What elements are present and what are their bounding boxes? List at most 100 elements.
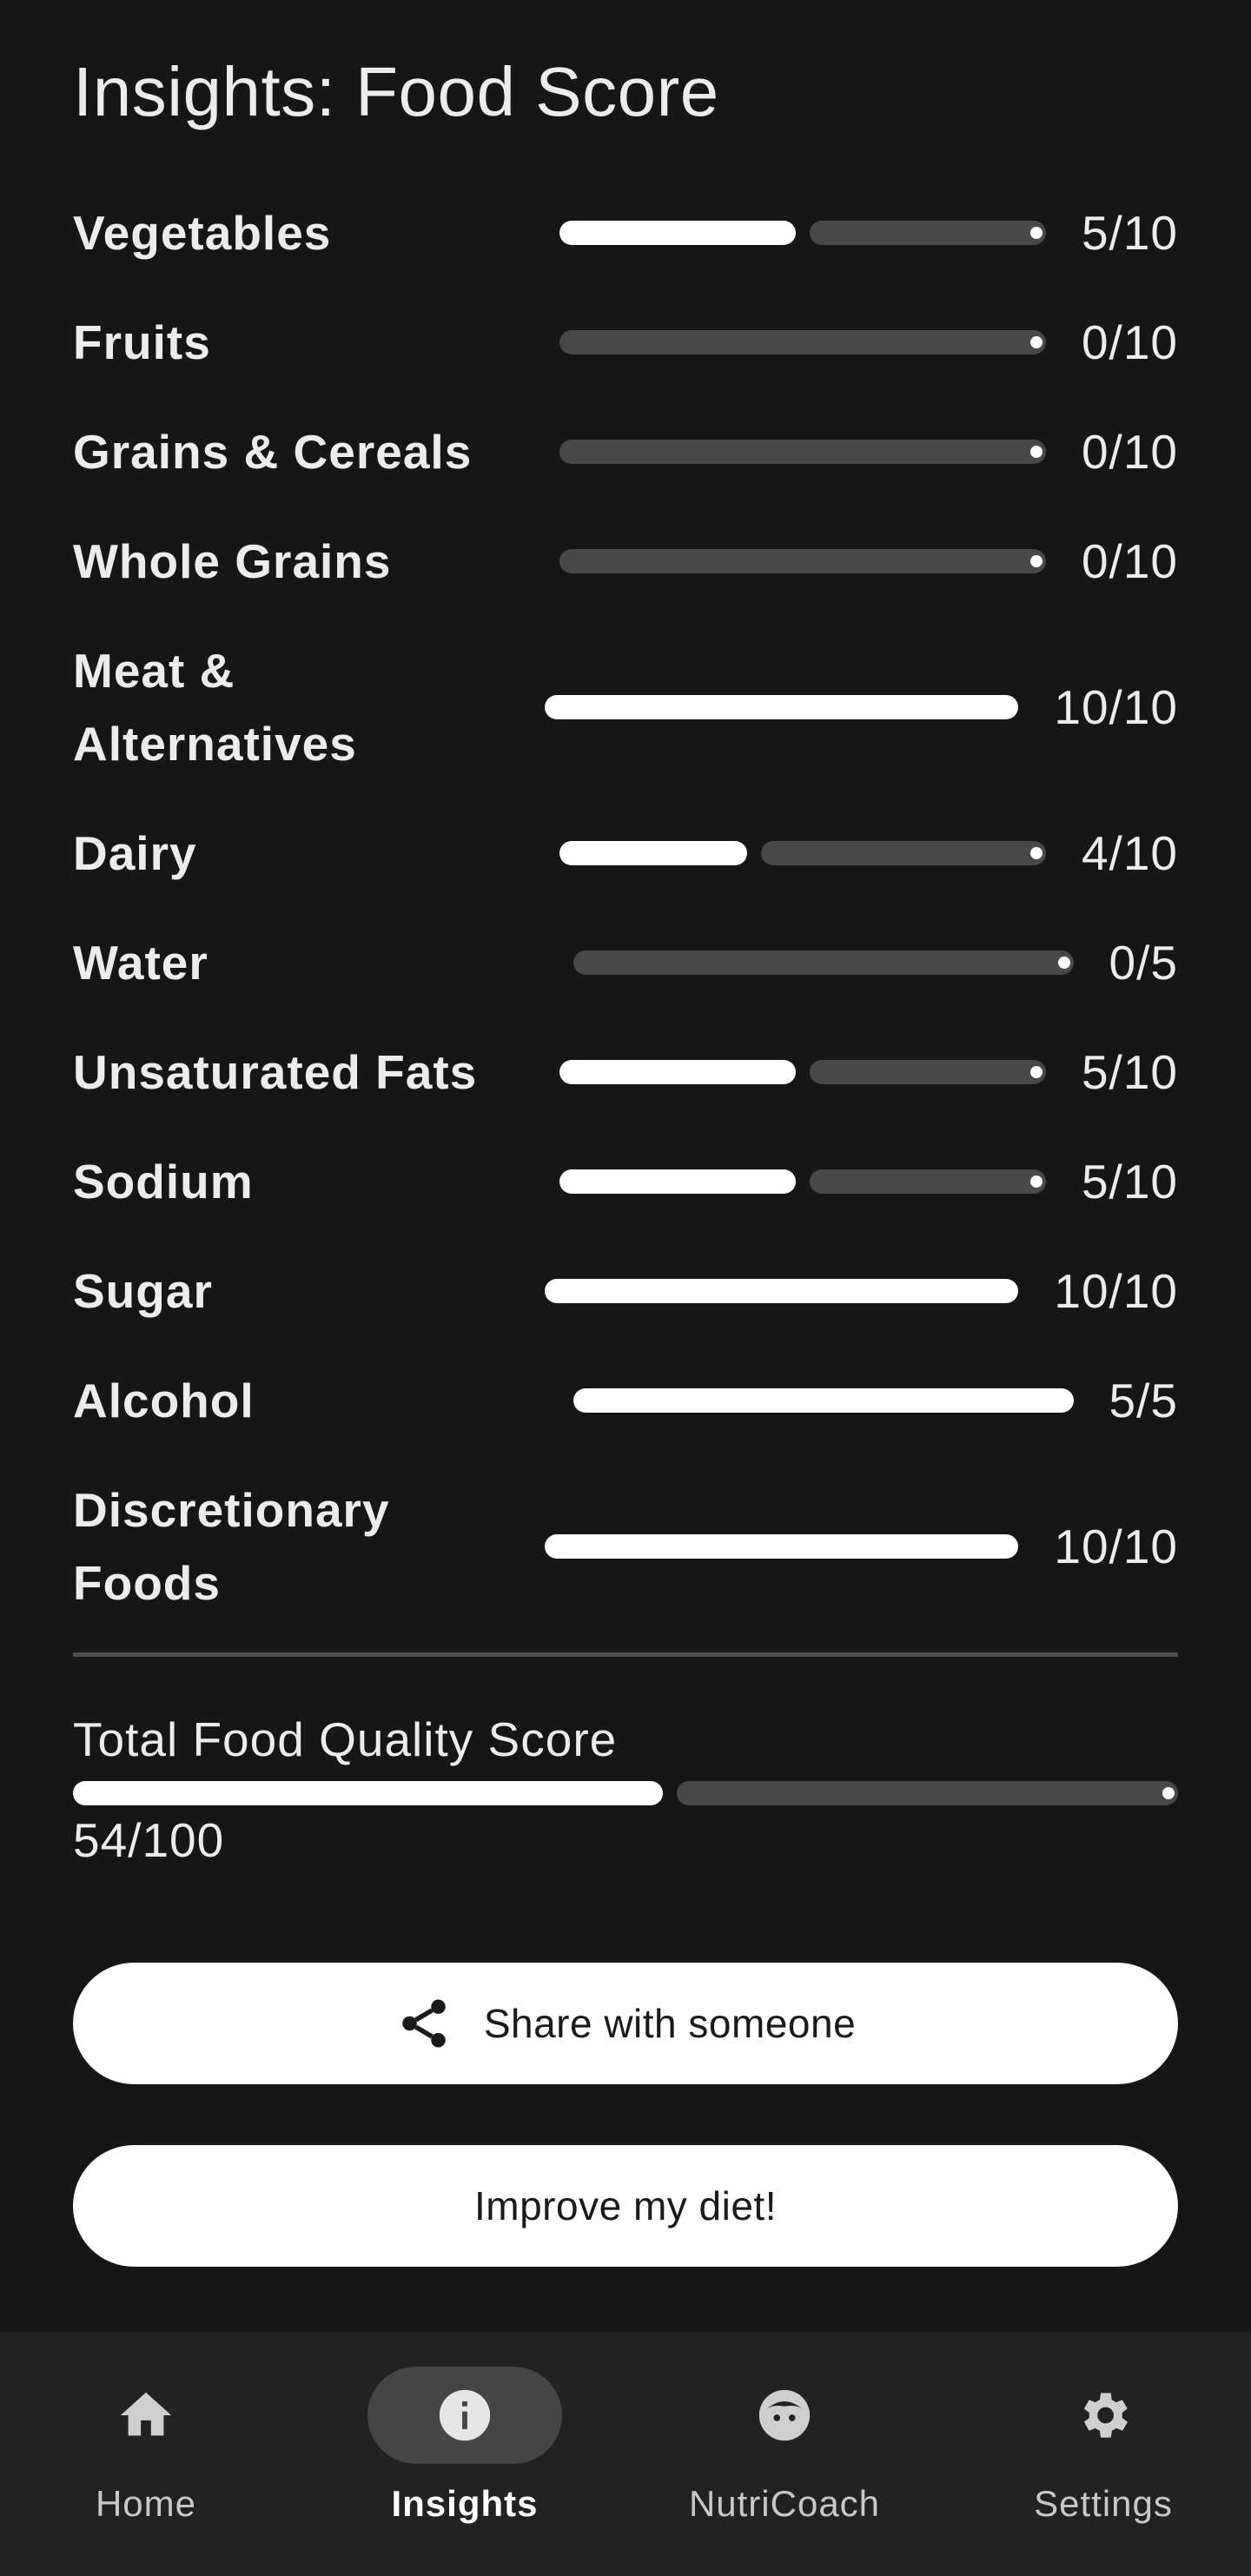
score-bar [545,1534,1018,1559]
score-bar [573,950,1074,975]
score-row-discretionary-foods: Discretionary Foods 10/10 [0,1473,1251,1619]
score-row-water: Water 0/5 [0,926,1251,999]
score-bar-track [761,841,1046,865]
score-row-whole-grains: Whole Grains 0/10 [0,525,1251,598]
score-value: 5/5 [1109,1374,1178,1427]
score-value: 5/10 [1081,206,1178,260]
score-value: 0/10 [1081,534,1178,588]
score-value: 5/10 [1081,1155,1178,1209]
score-bar-track [810,1169,1046,1194]
score-bar [559,841,1046,865]
score-bar-fill [559,221,796,245]
nav-label-settings: Settings [1034,2483,1173,2524]
share-button[interactable]: Share with someone [73,1963,1178,2084]
score-row-sugar: Sugar 10/10 [0,1255,1251,1328]
face-icon [758,2389,811,2441]
score-bar-track [810,221,1046,245]
divider [73,1652,1178,1657]
score-value: 0/10 [1081,425,1178,479]
score-bar [573,1388,1074,1413]
improve-diet-button[interactable]: Improve my diet! [73,2145,1178,2267]
score-bar-track [810,1060,1046,1084]
nav-item-settings[interactable]: Settings [973,2367,1234,2558]
share-button-label: Share with someone [483,2001,857,2046]
score-bar [559,1060,1046,1084]
score-label: Unsaturated Fats [73,1045,478,1099]
bottom-navigation: Home Insights NutriCoach Settings [0,2332,1251,2576]
score-label: Discretionary Foods [73,1483,390,1610]
app-root: Insights: Food Score Vegetables 5/10 Fruit… [0,0,1251,2576]
score-bar [545,1279,1018,1303]
score-label: Whole Grains [73,534,392,588]
score-bar-track [559,440,1046,464]
score-bar-fill [545,1534,1018,1559]
score-bar [559,1169,1046,1194]
score-value: 10/10 [1054,1520,1178,1573]
score-label: Dairy [73,826,197,880]
score-row-fruits: Fruits 0/10 [0,306,1251,379]
gear-icon [1083,2393,1128,2438]
share-icon [402,1999,446,2048]
score-bar-fill [545,1279,1018,1303]
nav-pill-home [49,2367,243,2464]
score-row-meat-alternatives: Meat & Alternatives 10/10 [0,634,1251,780]
nav-pill-nutricoach [687,2367,882,2464]
nav-item-insights[interactable]: Insights [334,2367,595,2558]
score-label: Vegetables [73,206,332,260]
page-title: Insights: Food Score [73,53,719,130]
total-score-bar-end-dot [1162,1787,1175,1799]
score-bar-end-dot [1030,446,1042,458]
score-label: Water [73,936,208,990]
score-value: 4/10 [1081,826,1178,880]
improve-diet-button-label: Improve my diet! [474,2183,777,2228]
nav-label-nutricoach: NutriCoach [688,2483,881,2524]
score-bar [545,695,1018,719]
nav-label-insights: Insights [391,2483,539,2524]
score-label: Alcohol [73,1374,255,1427]
score-row-unsaturated-fats: Unsaturated Fats 5/10 [0,1036,1251,1109]
score-bar [559,221,1046,245]
nav-pill-insights [367,2367,562,2464]
nav-label-home: Home [95,2483,197,2524]
score-bar-fill [559,1169,796,1194]
score-bar [559,330,1046,354]
total-score-bar-track [677,1781,1178,1805]
total-score-bar [73,1781,1178,1805]
score-bar-end-dot [1030,847,1042,859]
score-value: 5/10 [1081,1045,1178,1099]
nav-item-nutricoach[interactable]: NutriCoach [654,2367,915,2558]
score-value: 0/5 [1109,936,1178,990]
score-value: 10/10 [1054,1264,1178,1318]
score-bar-end-dot [1058,957,1070,969]
total-score-bar-fill [73,1781,663,1805]
score-bar-track [559,549,1046,573]
score-bar-end-dot [1030,336,1042,348]
score-bar-fill [559,841,747,865]
score-bar [559,440,1046,464]
score-bar-fill [573,1388,1074,1413]
info-icon [439,2389,491,2441]
score-bar-end-dot [1030,555,1042,567]
score-bar-end-dot [1030,1066,1042,1078]
home-icon [120,2392,172,2436]
score-bar-track [559,330,1046,354]
score-bar-fill [559,1060,796,1084]
score-row-dairy: Dairy 4/10 [0,817,1251,890]
score-label: Sodium [73,1155,254,1209]
score-row-alcohol: Alcohol 5/5 [0,1364,1251,1437]
score-row-vegetables: Vegetables 5/10 [0,196,1251,269]
score-bar [559,549,1046,573]
score-value: 0/10 [1081,315,1178,369]
score-row-grains-cereals: Grains & Cereals 0/10 [0,415,1251,488]
total-score-label: Total Food Quality Score [73,1712,618,1766]
score-value: 10/10 [1054,680,1178,734]
score-bar-end-dot [1030,1175,1042,1188]
score-row-sodium: Sodium 5/10 [0,1145,1251,1218]
score-label: Fruits [73,315,211,369]
score-label: Sugar [73,1264,213,1318]
nav-item-home[interactable]: Home [16,2367,276,2558]
score-bar-end-dot [1030,227,1042,239]
score-label: Meat & Alternatives [73,644,357,771]
score-bar-fill [545,695,1018,719]
total-score-value: 54/100 [73,1813,225,1867]
